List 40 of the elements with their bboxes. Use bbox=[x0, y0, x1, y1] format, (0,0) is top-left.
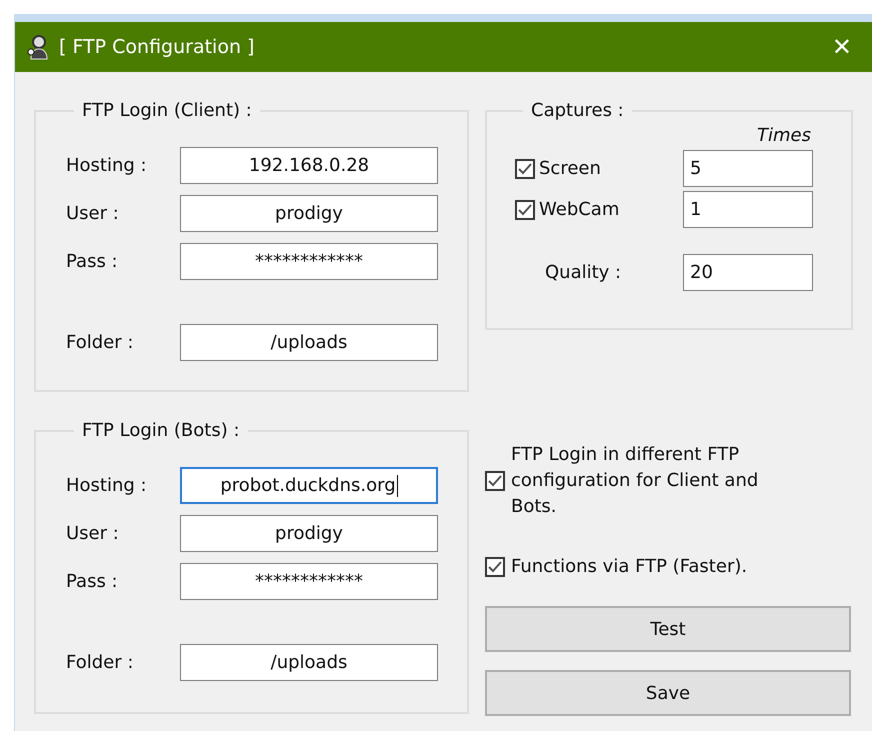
window-title: [ FTP Configuration ] bbox=[59, 36, 256, 58]
option-label: Functions via FTP (Faster). bbox=[511, 555, 748, 579]
input-field[interactable]: 1 bbox=[683, 191, 813, 228]
field-label: Quality : bbox=[544, 262, 622, 283]
field-label: User : bbox=[66, 523, 120, 544]
checkbox-label: WebCam bbox=[515, 199, 620, 220]
input-field[interactable]: 5 bbox=[683, 150, 813, 187]
checkmark-icon bbox=[518, 204, 532, 216]
field-label: User : bbox=[66, 203, 120, 224]
checkbox-label: Screen bbox=[515, 158, 601, 179]
checkbox[interactable] bbox=[485, 557, 505, 577]
option-label: FTP Login in different FTP configuration for Client and Bots. bbox=[511, 443, 760, 519]
checkmark-icon bbox=[488, 475, 502, 487]
checkbox[interactable] bbox=[515, 200, 535, 220]
input-field[interactable]: ************ bbox=[180, 563, 438, 600]
group-title: FTP Login (Bots) : bbox=[81, 420, 241, 441]
group-title: FTP Login (Client) : bbox=[81, 100, 253, 121]
field-label: Pass : bbox=[66, 571, 119, 592]
input-field[interactable]: /uploads bbox=[180, 644, 438, 681]
input-field[interactable]: 192.168.0.28 bbox=[180, 147, 438, 184]
input-field[interactable]: probot.duckdns.org bbox=[180, 467, 438, 504]
input-field[interactable]: 20 bbox=[683, 254, 813, 291]
column-header: Times bbox=[757, 125, 811, 146]
field-label: Pass : bbox=[66, 251, 119, 272]
field-label: Hosting : bbox=[66, 475, 148, 496]
checkbox[interactable] bbox=[515, 158, 535, 178]
input-field[interactable]: prodigy bbox=[180, 195, 438, 232]
checkmark-icon bbox=[488, 561, 502, 573]
field-label: Folder : bbox=[66, 332, 134, 353]
group-title: Captures : bbox=[530, 100, 625, 121]
field-label: Folder : bbox=[66, 652, 134, 673]
input-field[interactable]: /uploads bbox=[180, 324, 438, 361]
field-label: Hosting : bbox=[66, 155, 148, 176]
checkmark-icon bbox=[518, 162, 532, 174]
close-button[interactable]: ✕ bbox=[828, 33, 856, 61]
checkbox[interactable] bbox=[485, 471, 505, 491]
action-button[interactable]: Save bbox=[485, 670, 851, 716]
input-field[interactable]: ************ bbox=[180, 243, 438, 280]
input-field[interactable]: prodigy bbox=[180, 515, 438, 552]
action-button[interactable]: Test bbox=[485, 606, 851, 652]
